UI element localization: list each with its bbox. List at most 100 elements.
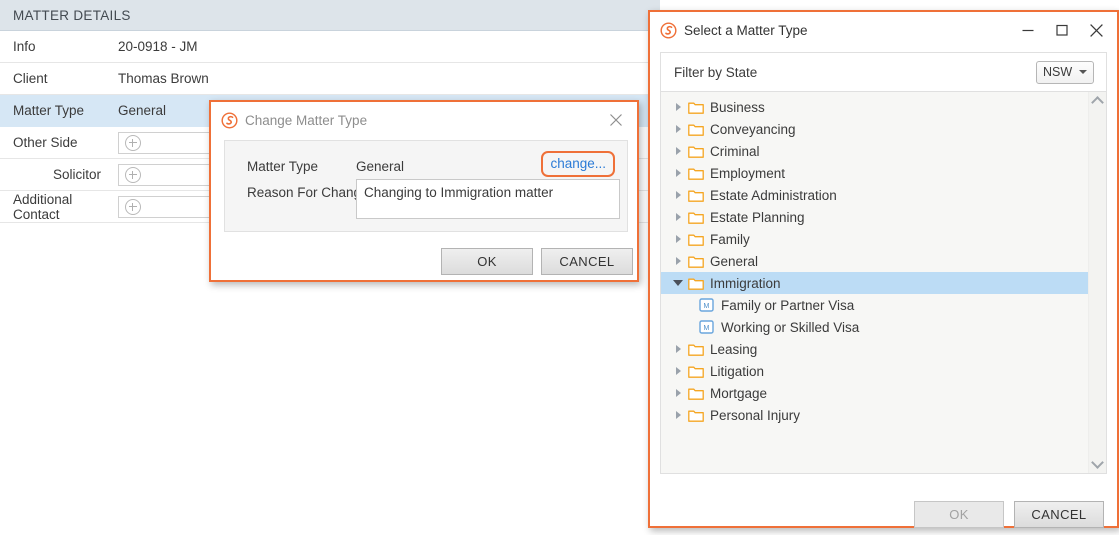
reason-for-change-label: Reason For Change xyxy=(247,185,369,200)
expand-arrow-right-icon[interactable] xyxy=(671,408,685,422)
tree-node-label: Family or Partner Visa xyxy=(721,297,855,313)
select-dialog-title: Select a Matter Type xyxy=(684,22,808,38)
plus-circle-icon xyxy=(125,198,141,215)
matter-detail-value: General xyxy=(118,103,167,118)
reason-for-change-input[interactable]: Changing to Immigration matter xyxy=(356,179,620,219)
change-dialog-title: Change Matter Type xyxy=(245,112,368,128)
plus-circle-icon xyxy=(125,166,141,183)
tree-node[interactable]: Business xyxy=(661,96,1088,118)
matter-type-value: General xyxy=(356,159,405,174)
tree-node[interactable]: Conveyancing xyxy=(661,118,1088,140)
expand-arrow-right-icon[interactable] xyxy=(671,254,685,268)
folder-icon xyxy=(688,277,704,290)
expand-arrow-right-icon[interactable] xyxy=(671,232,685,246)
matter-detail-row[interactable]: Client Thomas Brown xyxy=(0,63,660,95)
expand-arrow-right-icon[interactable] xyxy=(671,364,685,378)
change-link-label: change... xyxy=(550,156,606,171)
state-dropdown-value: NSW xyxy=(1043,65,1073,79)
change-dialog-form-panel: Matter Type General change... Reason For… xyxy=(224,140,628,232)
state-dropdown[interactable]: NSW xyxy=(1036,60,1094,84)
folder-icon xyxy=(688,387,704,400)
tree-node-label: Personal Injury xyxy=(710,407,801,423)
select-dialog-titlebar: Select a Matter Type xyxy=(650,12,1117,48)
matter-detail-label: Solicitor xyxy=(52,167,101,182)
folder-icon xyxy=(688,343,704,356)
expand-arrow-right-icon[interactable] xyxy=(671,342,685,356)
folder-icon xyxy=(688,255,704,268)
svg-text:M: M xyxy=(703,325,709,332)
matter-detail-value: 20-0918 - JM xyxy=(118,39,198,54)
tree-node[interactable]: M Family or Partner Visa xyxy=(661,294,1088,316)
select-dialog-body: Filter by State NSW Business Conveyancing… xyxy=(660,52,1107,474)
tree-node[interactable]: Immigration xyxy=(661,272,1088,294)
tree-node[interactable]: Personal Injury xyxy=(661,404,1088,426)
tree-node[interactable]: General xyxy=(661,250,1088,272)
matter-detail-label: Other Side xyxy=(13,135,78,150)
scrollbar-up-icon[interactable] xyxy=(1089,93,1106,109)
tree-node[interactable]: Criminal xyxy=(661,140,1088,162)
change-dialog-titlebar: Change Matter Type xyxy=(211,102,637,138)
folder-icon xyxy=(688,409,704,422)
tree-node-label: Business xyxy=(710,99,765,115)
tree-node-label: Estate Planning xyxy=(710,209,805,225)
minimize-icon[interactable] xyxy=(1011,16,1045,44)
folder-icon xyxy=(688,211,704,224)
matter-type-tree[interactable]: Business Conveyancing Criminal Employment Es… xyxy=(661,92,1088,473)
tree-node-label: Working or Skilled Visa xyxy=(721,319,860,335)
matter-type-icon: M xyxy=(699,298,714,312)
tree-scrollbar[interactable] xyxy=(1088,92,1106,473)
tree-node-label: Criminal xyxy=(710,143,760,159)
filter-by-state-bar: Filter by State NSW xyxy=(661,53,1106,92)
expand-arrow-right-icon[interactable] xyxy=(671,166,685,180)
smokeball-logo-icon xyxy=(660,21,677,39)
change-dialog-cancel-button[interactable]: CANCEL xyxy=(541,248,633,275)
select-matter-type-dialog: Select a Matter Type Filter by State NSW… xyxy=(648,10,1119,528)
select-dialog-ok-button[interactable]: OK xyxy=(914,501,1004,528)
select-dialog-cancel-button[interactable]: CANCEL xyxy=(1014,501,1104,528)
matter-type-icon: M xyxy=(699,320,714,334)
matter-detail-row[interactable]: Info 20-0918 - JM xyxy=(0,31,660,63)
tree-node[interactable]: Leasing xyxy=(661,338,1088,360)
matter-detail-value: Thomas Brown xyxy=(118,71,209,86)
expand-arrow-right-icon[interactable] xyxy=(671,122,685,136)
matter-detail-label: Info xyxy=(13,39,36,54)
filter-by-state-label: Filter by State xyxy=(674,64,758,80)
tree-node[interactable]: Estate Administration xyxy=(661,184,1088,206)
tree-node[interactable]: Mortgage xyxy=(661,382,1088,404)
expand-arrow-down-icon[interactable] xyxy=(671,276,685,290)
change-dialog-ok-button[interactable]: OK xyxy=(441,248,533,275)
folder-icon xyxy=(688,123,704,136)
folder-icon xyxy=(688,167,704,180)
scrollbar-down-icon[interactable] xyxy=(1089,456,1106,472)
tree-node-label: Estate Administration xyxy=(710,187,837,203)
tree-node[interactable]: Estate Planning xyxy=(661,206,1088,228)
maximize-icon[interactable] xyxy=(1045,16,1079,44)
expand-arrow-right-icon[interactable] xyxy=(671,188,685,202)
matter-detail-label: Matter Type xyxy=(13,103,85,118)
tree-node[interactable]: Litigation xyxy=(661,360,1088,382)
expand-arrow-right-icon[interactable] xyxy=(671,144,685,158)
matter-detail-label: Client xyxy=(13,71,48,86)
tree-node[interactable]: Employment xyxy=(661,162,1088,184)
folder-icon xyxy=(688,101,704,114)
expand-arrow-right-icon[interactable] xyxy=(671,210,685,224)
matter-details-header: MATTER DETAILS xyxy=(0,0,660,31)
tree-node[interactable]: Family xyxy=(661,228,1088,250)
expand-arrow-right-icon[interactable] xyxy=(671,386,685,400)
change-matter-type-link-button[interactable]: change... xyxy=(541,151,615,177)
matter-type-label: Matter Type xyxy=(247,159,319,174)
tree-node-label: Employment xyxy=(710,165,786,181)
tree-node[interactable]: M Working or Skilled Visa xyxy=(661,316,1088,338)
matter-type-tree-container: Business Conveyancing Criminal Employment Es… xyxy=(661,92,1106,473)
close-icon[interactable] xyxy=(599,106,633,134)
tree-node-label: General xyxy=(710,253,759,269)
folder-icon xyxy=(688,189,704,202)
tree-node-label: Mortgage xyxy=(710,385,768,401)
smokeball-logo-icon xyxy=(221,111,238,129)
tree-node-label: Leasing xyxy=(710,341,758,357)
tree-node-label: Immigration xyxy=(710,275,781,291)
plus-circle-icon xyxy=(125,134,141,151)
matter-detail-label: Additional Contact xyxy=(13,191,73,222)
close-icon[interactable] xyxy=(1079,16,1113,44)
expand-arrow-right-icon[interactable] xyxy=(671,100,685,114)
